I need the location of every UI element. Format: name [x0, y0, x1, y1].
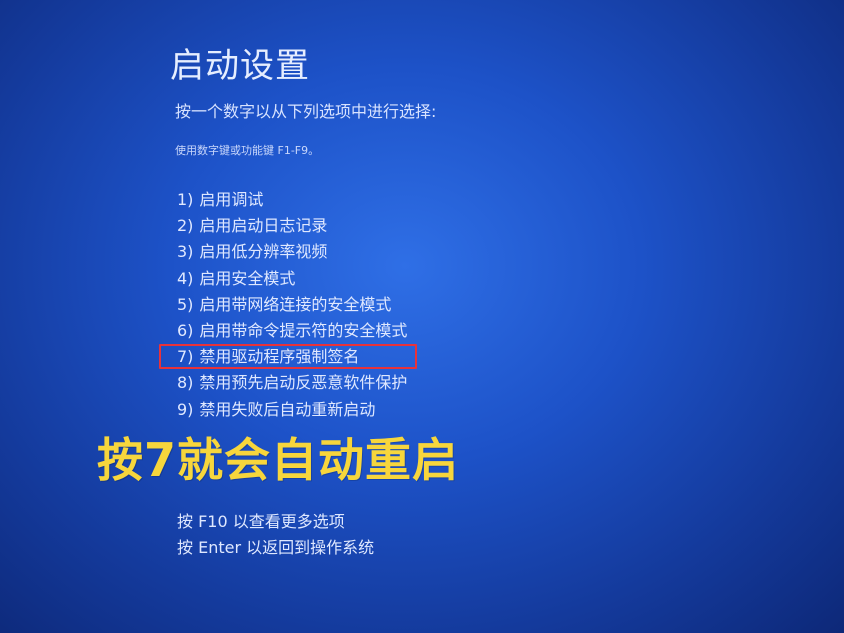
option-number: 8) [177, 373, 194, 393]
option-safe-mode-networking[interactable]: 5) 启用带网络连接的安全模式 [177, 293, 407, 319]
option-number: 5) [177, 294, 194, 314]
more-options-hint: 按 F10 以查看更多选项 [177, 512, 345, 531]
return-to-os-hint: 按 Enter 以返回到操作系统 [177, 538, 375, 557]
option-number: 9) [177, 399, 194, 419]
option-label: 启用启动日志记录 [199, 216, 328, 236]
annotation-text: 按7就会自动重启 [97, 433, 460, 487]
option-label: 禁用预先启动反恶意软件保护 [199, 373, 408, 393]
option-safe-mode-command-prompt[interactable]: 6) 启用带命令提示符的安全模式 [177, 319, 407, 345]
footer-instructions: 按 F10 以查看更多选项 按 Enter 以返回到操作系统 [177, 510, 374, 562]
page-title: 启动设置 [170, 46, 310, 86]
option-number: 1) [177, 190, 194, 209]
option-enable-boot-logging[interactable]: 2) 启用启动日志记录 [177, 214, 407, 240]
option-number: 6) [177, 320, 194, 340]
option-label: 启用安全模式 [199, 268, 296, 288]
option-enable-debugging[interactable]: 1) 启用调试 [177, 188, 407, 214]
option-enable-low-resolution-video[interactable]: 3) 启用低分辨率视频 [177, 240, 407, 266]
option-label: 启用带命令提示符的安全模式 [199, 320, 408, 340]
startup-settings-screen: 启动设置 按一个数字以从下列选项中进行选择: 使用数字键或功能键 F1-F9。 … [0, 0, 844, 633]
instruction-text: 按一个数字以从下列选项中进行选择: [175, 102, 437, 121]
option-number: 3) [177, 242, 194, 262]
startup-options-list: 1) 启用调试 2) 启用启动日志记录 3) 启用低分辨率视频 4) 启用安全模式 5)… [177, 188, 407, 424]
option-label: 启用调试 [199, 190, 264, 209]
option-disable-auto-restart[interactable]: 9) 禁用失败后自动重新启动 [177, 398, 407, 424]
option-7-highlight-box [159, 344, 417, 369]
option-label: 启用低分辨率视频 [199, 242, 328, 262]
option-number: 4) [177, 268, 194, 288]
option-label: 禁用失败后自动重新启动 [199, 399, 376, 419]
option-enable-safe-mode[interactable]: 4) 启用安全模式 [177, 267, 407, 293]
option-disable-early-launch-antimalware[interactable]: 8) 禁用预先启动反恶意软件保护 [177, 371, 407, 397]
key-hint-text: 使用数字键或功能键 F1-F9。 [175, 144, 320, 157]
option-number: 2) [177, 216, 194, 236]
option-label: 启用带网络连接的安全模式 [199, 294, 392, 314]
